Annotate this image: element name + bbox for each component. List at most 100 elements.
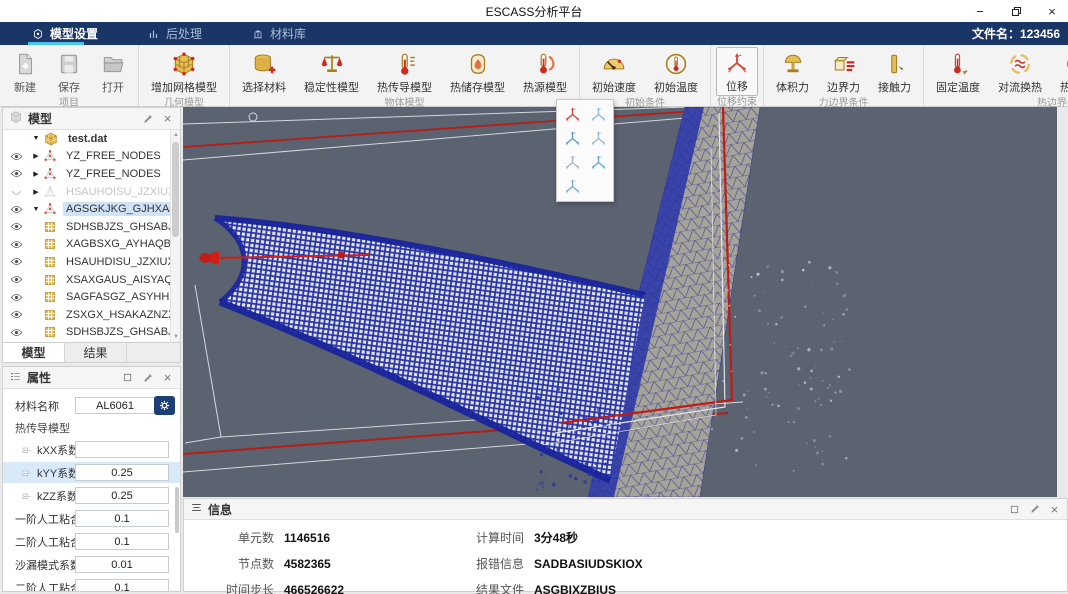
- eye-icon[interactable]: [9, 220, 23, 233]
- restore-button[interactable]: [1008, 3, 1024, 19]
- menu-tab-1[interactable]: 模型设置: [28, 22, 102, 45]
- tree-item-label[interactable]: YZ_FREE_NODES: [63, 167, 164, 181]
- close-icon[interactable]: ×: [161, 371, 174, 384]
- tree-scrollbar[interactable]: ▲ ▼: [170, 130, 180, 342]
- tree-item-label[interactable]: SDHSBJZS_GHSABJHB_ZAHU: [63, 220, 170, 234]
- convection-icon: [1007, 51, 1033, 77]
- scroll-up-icon[interactable]: ▲: [171, 130, 181, 140]
- toolbar-button[interactable]: 热辐射: [1052, 47, 1068, 97]
- toolbar-button[interactable]: 增加网格模型: [143, 47, 225, 97]
- left-panel-tabs: 模型结果: [2, 343, 181, 363]
- eye-icon[interactable]: [9, 291, 23, 304]
- toolbar-button[interactable]: 打开: [92, 47, 134, 97]
- toolbar-button[interactable]: 选择材料: [234, 47, 294, 97]
- tree-item-label[interactable]: YZ_FREE_NODES: [63, 149, 164, 163]
- eye-icon[interactable]: [9, 273, 23, 286]
- eye-icon[interactable]: [9, 255, 23, 268]
- eye-icon: [10, 167, 23, 180]
- material-name-input[interactable]: [75, 397, 155, 414]
- pin-icon[interactable]: [1028, 503, 1041, 516]
- caret-collapsed-icon[interactable]: ▶: [31, 170, 41, 178]
- displacement-option-3[interactable]: [559, 127, 585, 150]
- material-settings-button[interactable]: [154, 396, 175, 415]
- displacement-option-1[interactable]: [559, 103, 585, 126]
- tree-item-label[interactable]: HSAUHOISU_JZXIUXHAHX: [63, 185, 170, 199]
- toolbar-button[interactable]: 稳定性模型: [296, 47, 367, 97]
- property-value-input[interactable]: [75, 487, 169, 504]
- restore-icon: [1012, 7, 1021, 16]
- property-row: 二阶人工粘合性: [3, 531, 180, 552]
- displacement-option-5[interactable]: [559, 151, 585, 174]
- scrollbar-thumb[interactable]: [172, 142, 179, 237]
- axis-icon: [563, 129, 582, 148]
- toolbar-button[interactable]: 热传导模型: [369, 47, 440, 97]
- pin-icon[interactable]: [141, 371, 154, 384]
- toolbar-button[interactable]: 边界力: [819, 47, 868, 97]
- toolbar-button[interactable]: 位移: [716, 47, 758, 96]
- property-value-input[interactable]: [75, 464, 169, 481]
- eye-icon[interactable]: [9, 203, 23, 216]
- tree-item-label[interactable]: AGSGKJKG_GJHXAJKHXA: [63, 202, 170, 216]
- toolbar-button-label: 打开: [102, 79, 124, 95]
- tree-item-label[interactable]: SDHSBJZS_GHSABJHB_ZAHU: [63, 325, 170, 339]
- toolbar-button[interactable]: 接触力: [870, 47, 919, 97]
- toolbar-button[interactable]: 初始温度: [646, 47, 706, 97]
- toolbar-button[interactable]: 新建: [4, 47, 46, 97]
- close-icon[interactable]: ×: [161, 112, 174, 125]
- toolbar-button[interactable]: 初始速度: [584, 47, 644, 97]
- info-item: 报错信息SADBASIUDSKIOX: [452, 555, 872, 572]
- eye-icon[interactable]: [9, 326, 23, 339]
- close-icon[interactable]: ×: [1048, 503, 1061, 516]
- scroll-down-icon[interactable]: ▼: [171, 332, 181, 342]
- toolbar-button[interactable]: 热储存模型: [442, 47, 513, 97]
- eye-icon[interactable]: [9, 167, 23, 180]
- toolbar-button[interactable]: 对流换热: [990, 47, 1050, 97]
- menu-tab-2[interactable]: 后处理: [144, 22, 206, 45]
- list-icon: [9, 370, 22, 383]
- toolbar-button[interactable]: 体积力: [768, 47, 817, 97]
- displacement-option-6[interactable]: [585, 151, 611, 174]
- eye-icon[interactable]: [9, 150, 23, 163]
- property-row: kYY系数: [3, 462, 180, 483]
- maximize-icon[interactable]: [1008, 503, 1021, 516]
- property-row: 沙漏模式系数: [3, 554, 180, 575]
- caret-collapsed-icon[interactable]: ▶: [31, 188, 41, 196]
- tree-item-label[interactable]: ZSXGX_HSAKAZNZXK_AHASX: [63, 308, 170, 322]
- properties-scrollbar[interactable]: [175, 487, 179, 533]
- eye-icon[interactable]: [9, 238, 23, 251]
- boundary-force-icon: [831, 51, 857, 77]
- property-value-input[interactable]: [75, 510, 169, 527]
- caret-expanded-icon[interactable]: ▼: [31, 206, 41, 213]
- minimize-button[interactable]: −: [972, 3, 988, 19]
- tree-item-label[interactable]: XSAXGAUS_AISYAQSH_ASHX: [63, 273, 170, 287]
- tree-item-label[interactable]: test.dat: [65, 132, 110, 146]
- caret-collapsed-icon[interactable]: ▶: [31, 152, 41, 160]
- tree-item-label[interactable]: HSAUHDISU_JZXIUXHAHX: [63, 255, 170, 269]
- properties-panel-title: 属性: [27, 369, 51, 386]
- menu-tab-3[interactable]: 材料库: [248, 22, 310, 45]
- left-tab-1[interactable]: 模型: [3, 343, 65, 362]
- tree-item-label[interactable]: XAGBSXG_AYHAQBJ: [63, 237, 170, 251]
- maximize-icon[interactable]: [121, 371, 134, 384]
- displacement-option-7[interactable]: [559, 175, 585, 198]
- left-tab-2[interactable]: 结果: [65, 343, 127, 362]
- tetra-gray-icon: [43, 185, 57, 199]
- displacement-option-4[interactable]: [585, 127, 611, 150]
- toolbar-button[interactable]: 保存: [48, 47, 90, 97]
- toolbar-button[interactable]: 热源模型: [515, 47, 575, 97]
- pin-icon[interactable]: [141, 112, 154, 125]
- property-value-input[interactable]: [75, 533, 169, 550]
- eye-hidden-icon[interactable]: [9, 185, 23, 198]
- right-gutter: [1057, 107, 1068, 497]
- caret-expanded-icon[interactable]: ▼: [31, 135, 41, 142]
- property-value-input[interactable]: [75, 556, 169, 573]
- property-value-input[interactable]: [75, 441, 169, 458]
- property-value-input[interactable]: [75, 579, 169, 591]
- eye-icon[interactable]: [9, 308, 23, 321]
- property-row: kXX系数: [3, 439, 180, 460]
- toolbar-button[interactable]: 固定温度: [928, 47, 988, 97]
- tree-item-label[interactable]: SAGFASGZ_ASYHHXSN: [63, 290, 170, 304]
- close-button[interactable]: ×: [1044, 3, 1060, 19]
- displacement-option-2[interactable]: [585, 103, 611, 126]
- viewport-3d[interactable]: [183, 107, 1057, 497]
